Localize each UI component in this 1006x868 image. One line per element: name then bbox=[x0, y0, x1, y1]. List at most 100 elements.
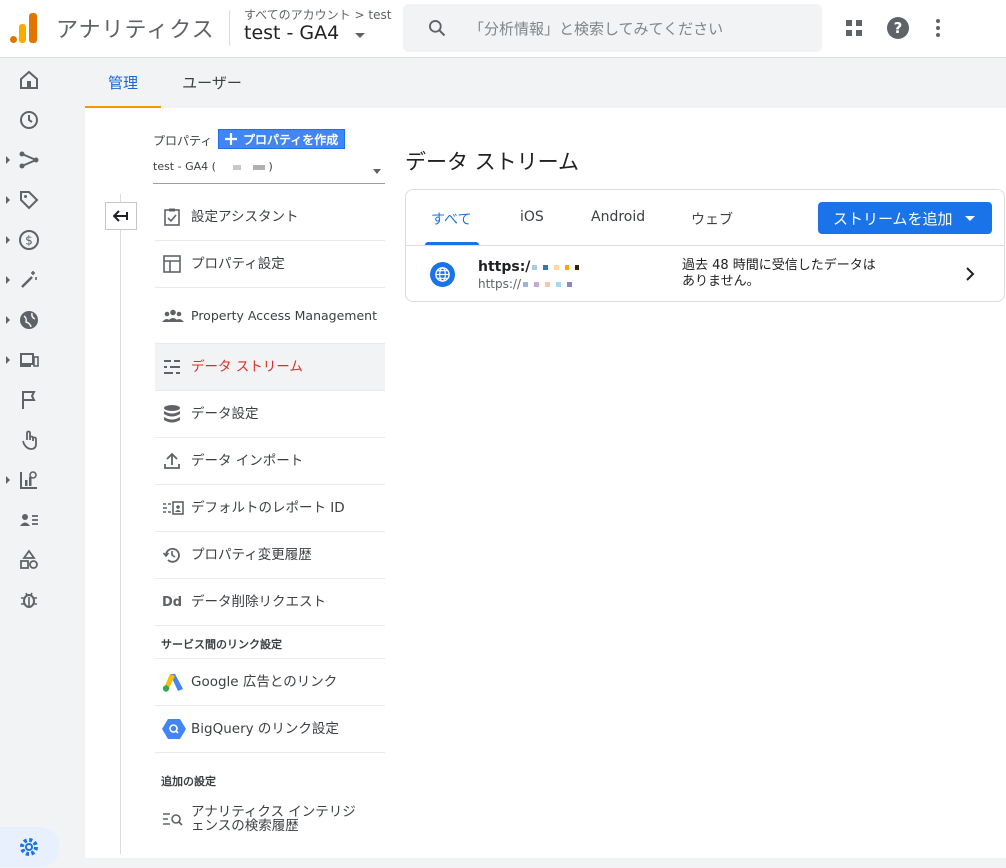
redacted-pixel bbox=[545, 282, 551, 287]
stream-status: 過去 48 時間に受信したデータはありません。 bbox=[682, 258, 876, 289]
menu-item-change-history[interactable]: プロパティ変更履歴 bbox=[155, 532, 385, 579]
filter-tab-all[interactable]: すべて bbox=[431, 209, 471, 229]
chevron-down-icon[interactable] bbox=[355, 33, 365, 38]
menu-item-label: Google 広告とのリンク bbox=[191, 674, 338, 690]
chevron-right-icon[interactable] bbox=[962, 266, 978, 282]
redacted-pixel bbox=[534, 282, 540, 287]
tab-admin[interactable]: 管理 bbox=[85, 60, 161, 108]
expand-arrow-icon[interactable] bbox=[6, 356, 10, 364]
audience-icon[interactable] bbox=[17, 508, 41, 532]
arrow-back-icon bbox=[113, 210, 128, 222]
section-title-product-links: サービス間のリンク設定 bbox=[155, 626, 385, 659]
admin-main-panel: プロパティ プロパティを作成 test - GA4 ( ) 設定アシスタント プ… bbox=[85, 108, 1006, 858]
menu-item-intelligence-history[interactable]: アナリティクス インテリジェンスの検索履歴 bbox=[155, 795, 385, 842]
expand-arrow-icon[interactable] bbox=[6, 236, 10, 244]
menu-item-label: Property Access Management bbox=[191, 307, 377, 323]
report-icon[interactable] bbox=[17, 468, 41, 492]
checklist-icon bbox=[164, 208, 180, 226]
menu-item-property-settings[interactable]: プロパティ設定 bbox=[155, 241, 385, 288]
stream-row[interactable]: https:/ https:// 過去 48 時間に受信したデータはありません。 bbox=[406, 247, 1004, 302]
stream-url-text: https:// bbox=[478, 277, 522, 291]
collapse-button[interactable] bbox=[105, 202, 137, 230]
menu-item-google-ads-link[interactable]: Google 広告とのリンク bbox=[155, 659, 385, 706]
devices-icon[interactable] bbox=[17, 348, 41, 372]
admin-tabs: 管理 ユーザー bbox=[85, 60, 1006, 108]
selected-property: test - GA4 ( bbox=[153, 160, 216, 173]
expand-arrow-icon[interactable] bbox=[6, 196, 10, 204]
svg-text:?: ? bbox=[894, 19, 903, 37]
menu-item-data-import[interactable]: データ インポート bbox=[155, 438, 385, 485]
redacted-pixel bbox=[554, 264, 560, 270]
menu-item-data-settings[interactable]: データ設定 bbox=[155, 391, 385, 438]
menu-item-label: 設定アシスタント bbox=[191, 209, 299, 225]
top-bar: アナリティクス すべてのアカウント > test test - GA4 「分析情… bbox=[0, 0, 1006, 58]
property-selector[interactable]: test - GA4 ( ) bbox=[153, 160, 385, 184]
search-history-icon bbox=[163, 812, 183, 826]
section-title-additional: 追加の設定 bbox=[161, 775, 216, 788]
stream-name: https:/ bbox=[478, 259, 580, 275]
apps-grid-icon[interactable] bbox=[842, 16, 866, 40]
filter-tab-ios[interactable]: iOS bbox=[520, 209, 544, 225]
stream-url: https:// bbox=[478, 277, 573, 291]
search-placeholder: 「分析情報」と検索してみてください bbox=[469, 20, 724, 38]
tag-icon[interactable] bbox=[17, 188, 41, 212]
bigquery-icon bbox=[162, 719, 186, 739]
tab-users[interactable]: ユーザー bbox=[171, 60, 253, 108]
filter-tab-android[interactable]: Android bbox=[591, 209, 645, 225]
property-picker[interactable]: test - GA4 bbox=[244, 22, 339, 44]
search-bar[interactable]: 「分析情報」と検索してみてください bbox=[403, 4, 822, 52]
clock-icon[interactable] bbox=[17, 108, 41, 132]
redacted-id bbox=[233, 164, 242, 170]
redacted-pixel bbox=[556, 282, 562, 287]
shapes-icon[interactable] bbox=[17, 548, 41, 572]
stream-name-text: https:/ bbox=[478, 259, 531, 275]
menu-item-access-management[interactable]: Property Access Management bbox=[155, 288, 385, 344]
expand-arrow-icon[interactable] bbox=[6, 476, 10, 484]
menu-item-label: データ ストリーム bbox=[191, 359, 303, 375]
redacted-pixel bbox=[565, 264, 570, 270]
web-globe-icon bbox=[430, 262, 455, 287]
menu-item-label: BigQuery のリンク設定 bbox=[191, 721, 339, 737]
wand-icon[interactable] bbox=[17, 268, 41, 292]
create-property-label: プロパティを作成 bbox=[243, 132, 339, 147]
home-icon[interactable] bbox=[17, 68, 41, 92]
touch-icon[interactable] bbox=[17, 428, 41, 452]
menu-item-bigquery-link[interactable]: BigQuery のリンク設定 bbox=[155, 706, 385, 753]
expand-arrow-icon[interactable] bbox=[6, 276, 10, 284]
redacted-pixel bbox=[523, 282, 529, 287]
selected-property-suffix: ) bbox=[268, 160, 273, 173]
create-property-button[interactable]: プロパティを作成 bbox=[218, 129, 345, 149]
redacted-id bbox=[252, 164, 265, 170]
dollar-icon[interactable]: $ bbox=[17, 228, 41, 252]
more-vert-icon[interactable] bbox=[926, 16, 950, 40]
menu-item-label: デフォルトのレポート ID bbox=[191, 500, 345, 516]
expand-arrow-icon[interactable] bbox=[6, 156, 10, 164]
menu-item-label: プロパティ設定 bbox=[191, 256, 285, 272]
menu-item-data-streams[interactable]: データ ストリーム bbox=[155, 344, 385, 391]
menu-item-setup-assistant[interactable]: 設定アシスタント bbox=[155, 194, 385, 241]
admin-nav-item[interactable] bbox=[0, 827, 60, 867]
admin-gear-icon bbox=[20, 838, 38, 856]
filter-tab-web[interactable]: ウェブ bbox=[691, 209, 733, 229]
page-title: データ ストリーム bbox=[405, 150, 580, 174]
debug-icon[interactable] bbox=[17, 588, 41, 612]
redacted-pixel bbox=[567, 282, 573, 287]
google-ads-icon bbox=[162, 674, 183, 692]
globe-icon[interactable] bbox=[17, 308, 41, 332]
search-icon bbox=[429, 20, 446, 37]
active-tab-indicator bbox=[425, 242, 479, 245]
flag-icon[interactable] bbox=[17, 388, 41, 412]
plus-icon bbox=[225, 133, 237, 145]
redacted-pixel bbox=[543, 264, 549, 270]
help-icon[interactable]: ? bbox=[886, 16, 910, 40]
redacted-pixel bbox=[532, 264, 538, 270]
expand-arrow-icon[interactable] bbox=[6, 316, 10, 324]
analytics-logo-icon[interactable] bbox=[10, 13, 38, 43]
add-stream-button[interactable]: ストリームを追加 bbox=[818, 202, 992, 234]
menu-item-data-deletion[interactable]: Dd データ削除リクエスト bbox=[155, 579, 385, 626]
menu-item-reporting-id[interactable]: デフォルトのレポート ID bbox=[155, 485, 385, 532]
breadcrumb[interactable]: すべてのアカウント > test bbox=[244, 6, 391, 23]
menu-item-label: アナリティクス インテリジェンスの検索履歴 bbox=[191, 803, 356, 834]
people-icon bbox=[162, 309, 184, 322]
flow-icon[interactable] bbox=[17, 148, 41, 172]
